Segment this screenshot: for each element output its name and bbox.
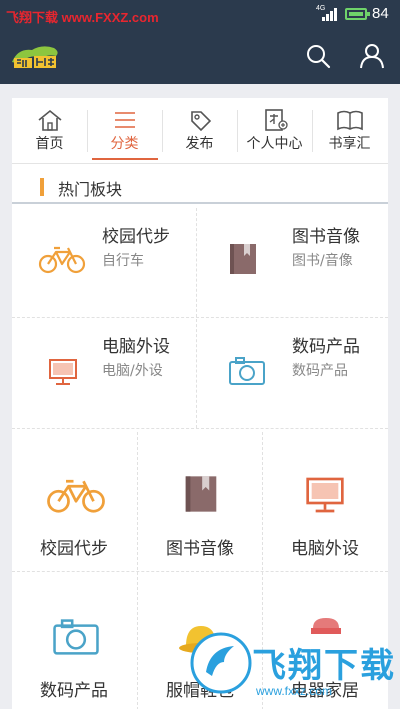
book-icon: [185, 476, 217, 512]
list-icon: [115, 112, 135, 128]
signal-icon: 4G: [316, 5, 340, 21]
grid-item-bicycle[interactable]: 校园代步: [12, 432, 136, 570]
main-card: 首页 分类 发布 个人中心 书享汇 热门板块 校园代步 自行车 图书音像 图书/…: [12, 98, 388, 709]
home-icon: [38, 109, 62, 131]
app-logo: [8, 42, 62, 70]
grid-item-computer[interactable]: 电脑外设: [263, 432, 387, 570]
tag-icon: [191, 111, 212, 132]
hot-item-books[interactable]: 图书音像 图书/音像: [196, 208, 388, 317]
tab-publish[interactable]: 发布: [162, 98, 237, 164]
tab-home[interactable]: 首页: [12, 98, 87, 164]
battery-level: 84: [372, 5, 389, 22]
tab-bar: 首页 分类 发布 个人中心 书享汇: [12, 98, 388, 164]
tab-profile[interactable]: 个人中心: [237, 98, 312, 164]
monitor-icon: [49, 359, 77, 385]
hot-item-computer[interactable]: 电脑外设 电脑/外设: [12, 318, 196, 428]
status-bar: 飞翔下载 www.FXXZ.com 4G 84: [0, 0, 400, 28]
person-card-icon: [265, 109, 288, 131]
camera-icon: [229, 357, 265, 385]
grid-item-books[interactable]: 图书音像: [138, 432, 262, 570]
monitor-icon: [306, 477, 344, 513]
camera-icon: [53, 619, 99, 655]
hot-item-bicycle[interactable]: 校园代步 自行车: [12, 208, 196, 317]
bicycle-icon: [47, 479, 105, 513]
watermark-bottom: 飞翔下载 www.fxxz.com: [190, 630, 400, 709]
book-icon: [337, 110, 363, 131]
bicycle-icon: [38, 246, 86, 274]
hot-item-digital[interactable]: 数码产品 数码产品: [196, 318, 388, 428]
watermark-logo-icon: [190, 632, 252, 694]
tab-category[interactable]: 分类: [87, 98, 162, 164]
search-icon[interactable]: [304, 42, 332, 70]
grid-item-digital[interactable]: 数码产品: [12, 572, 136, 709]
watermark-top: 飞翔下载 www.FXXZ.com: [6, 10, 159, 25]
active-tab-indicator: [92, 158, 158, 160]
app-header: [0, 28, 400, 84]
section-title: 热门板块: [58, 180, 123, 199]
section-header: 热门板块: [12, 164, 388, 204]
user-icon[interactable]: [358, 42, 386, 70]
battery-icon: [345, 8, 370, 20]
tab-bookshare[interactable]: 书享汇: [312, 98, 387, 164]
book-icon: [230, 244, 256, 274]
